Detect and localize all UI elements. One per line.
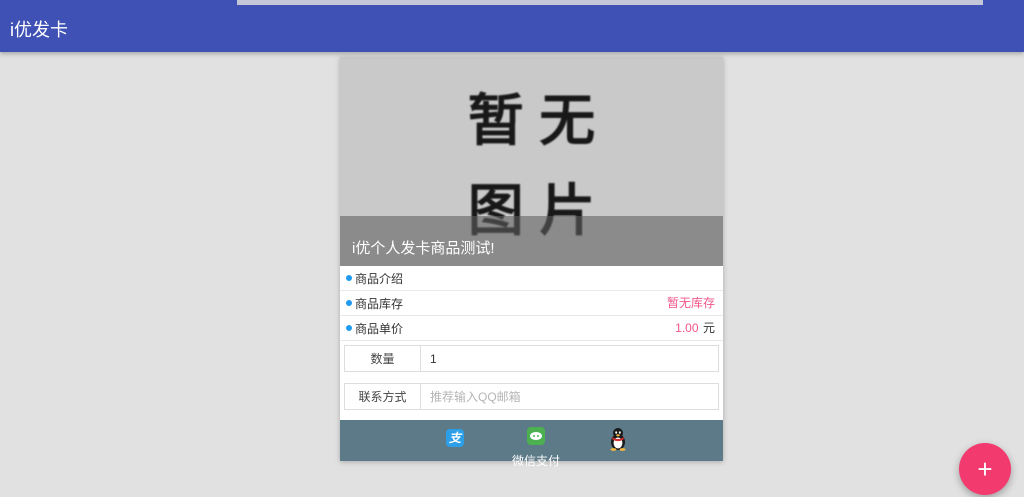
payment-footer: 支 微信支付 [340,420,723,461]
top-navbar: i优发卡 [0,0,1024,52]
price-value: 1.00 [675,321,698,335]
add-fab-button[interactable]: + [959,443,1011,495]
info-row-stock[interactable]: 商品库存 暂无库存 [340,291,723,316]
alipay-icon: 支 [446,429,464,447]
qq-pay-button[interactable] [608,427,628,456]
product-title: i优个人发卡商品测试! [352,240,495,257]
top-scroll-strip [237,0,983,5]
info-row-intro[interactable]: 商品介绍 [340,266,723,291]
contact-input[interactable] [421,384,718,409]
site-title: i优发卡 [10,16,68,42]
contact-label: 联系方式 [345,384,421,409]
wechat-icon [527,427,545,445]
quantity-label: 数量 [345,346,421,371]
bullet-dot-icon [346,275,352,281]
info-label-text: 商品单价 [355,320,403,337]
product-image-placeholder: 暂 无 图 片 i优个人发卡商品测试! [340,57,723,266]
info-label: 商品单价 [346,320,403,337]
qq-penguin-icon [608,427,628,451]
stock-status: 暂无库存 [667,296,715,310]
price-unit: 元 [703,321,715,335]
product-info-table: 商品介绍 商品库存 暂无库存 商品单价 1.00 [340,266,723,341]
contact-group: 联系方式 [344,383,719,410]
product-title-band: i优个人发卡商品测试! [340,216,723,266]
no-image-text-line1: 暂 无 [340,93,723,149]
info-label: 商品介绍 [346,270,403,287]
wechat-pay-button[interactable]: 微信支付 [512,427,560,469]
bullet-dot-icon [346,300,352,306]
quantity-group: 数量 [344,345,719,372]
quantity-input[interactable] [421,346,718,371]
wechat-pay-label: 微信支付 [512,452,560,469]
info-label-text: 商品介绍 [355,270,403,287]
product-card: 暂 无 图 片 i优个人发卡商品测试! 商品介绍 商品库存 暂无库存 [340,57,723,461]
info-label-text: 商品库存 [355,295,403,312]
bullet-dot-icon [346,325,352,331]
info-label: 商品库存 [346,295,403,312]
info-row-price[interactable]: 商品单价 1.00 元 [340,316,723,341]
alipay-pay-button[interactable]: 支 [446,429,464,447]
